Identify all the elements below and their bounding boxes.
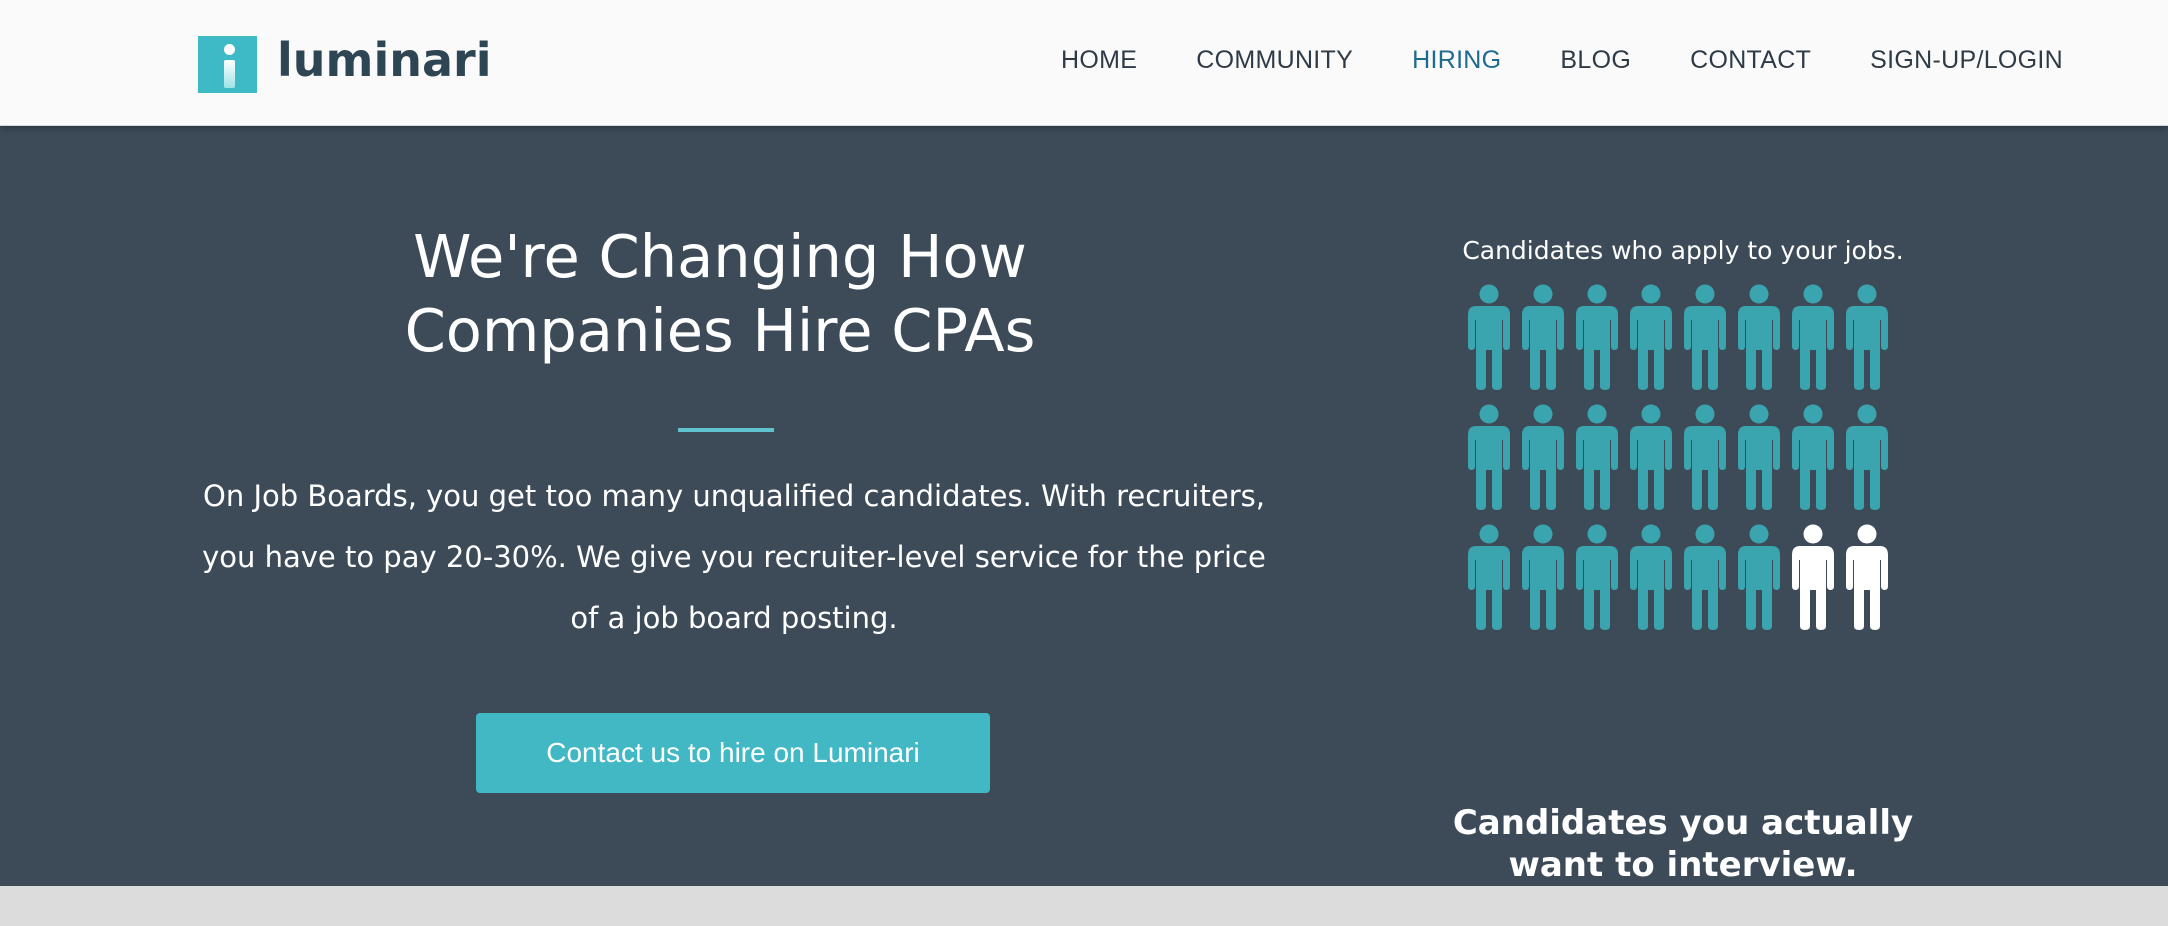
person-icon [1462,404,1516,512]
person-icon-highlighted [1786,524,1840,632]
nav-contact[interactable]: CONTACT [1690,46,1811,75]
person-icon [1732,524,1786,632]
nav-hiring[interactable]: HIRING [1412,46,1501,75]
hero-description: On Job Boards, you get too many unqualif… [202,479,1266,635]
person-icon [1516,524,1570,632]
infographic-tagline: Candidates you actually want to intervie… [1440,802,1926,886]
person-icon [1678,404,1732,512]
person-icon-highlighted [1840,524,1894,632]
person-icon [1840,404,1894,512]
person-icon [1786,404,1840,512]
person-icon [1786,284,1840,392]
person-icon [1840,284,1894,392]
person-icon [1570,284,1624,392]
main-nav: HOME COMMUNITY HIRING BLOG CONTACT SIGN-… [1002,46,2063,75]
person-icon [1678,524,1732,632]
headline-divider [678,428,774,432]
people-grid [1462,284,1902,644]
infographic-caption: Candidates who apply to your jobs. [1462,236,1904,265]
person-icon [1624,524,1678,632]
candidates-infographic: Candidates who apply to your jobs. Candi… [1440,236,1926,885]
person-icon [1624,284,1678,392]
person-icon [1516,404,1570,512]
nav-blog[interactable]: BLOG [1560,46,1631,75]
site-header: luminari HOME COMMUNITY HIRING BLOG CONT… [0,0,2168,126]
brand-name: luminari [277,33,492,87]
hero-headline: We're Changing How Companies Hire CPAs [320,220,1120,368]
hero-headline-line-1: We're Changing How [413,222,1027,291]
nav-signup-login[interactable]: SIGN-UP/LOGIN [1870,46,2063,75]
contact-to-hire-button[interactable]: Contact us to hire on Luminari [476,713,990,793]
hero-headline-line-2: Companies Hire CPAs [404,296,1036,365]
person-icon [1570,524,1624,632]
infographic-tagline-line-2: want to interview. [1508,845,1858,885]
person-icon [1732,404,1786,512]
person-icon [1462,524,1516,632]
nav-home[interactable]: HOME [1061,46,1137,75]
infographic-tagline-line-1: Candidates you actually [1452,803,1914,843]
person-icon [1516,284,1570,392]
nav-community[interactable]: COMMUNITY [1196,46,1353,75]
person-icon [1624,404,1678,512]
hero-section: We're Changing How Companies Hire CPAs O… [0,126,2168,886]
person-icon [1462,284,1516,392]
person-icon [1678,284,1732,392]
person-icon [1732,284,1786,392]
luminari-logo-icon [198,35,257,93]
luminari-logo[interactable]: luminari [198,33,491,93]
person-icon [1570,404,1624,512]
